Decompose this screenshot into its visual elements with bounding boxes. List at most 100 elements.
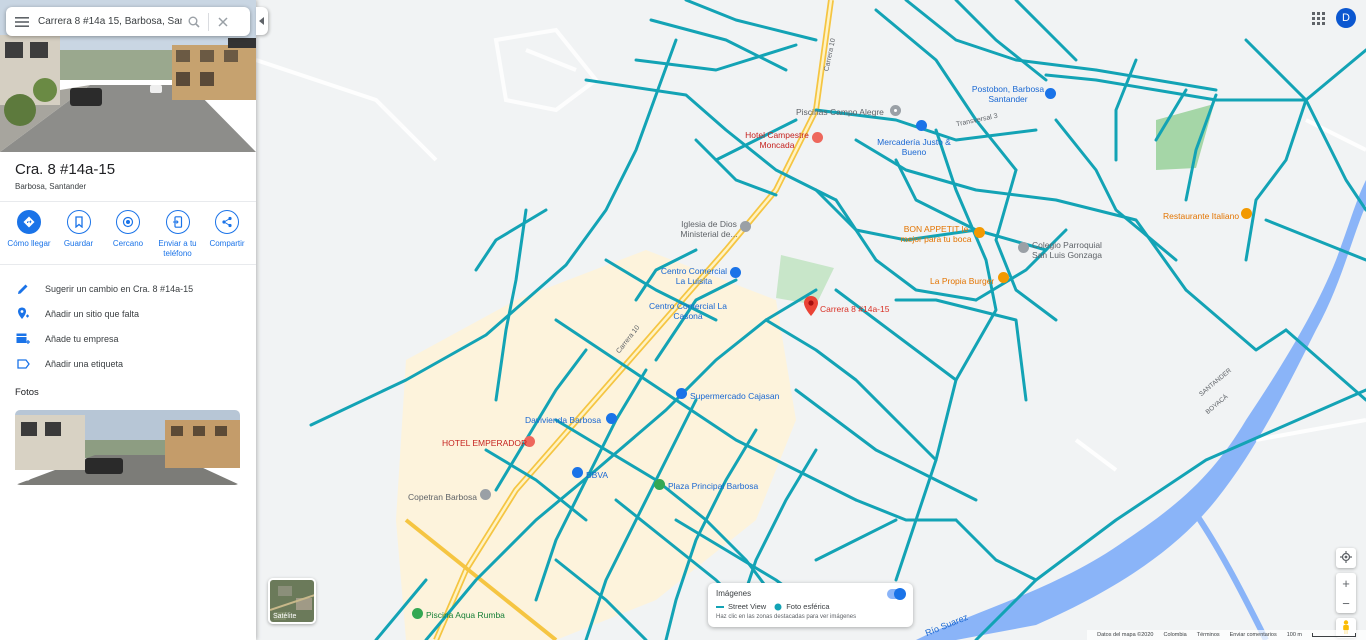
nearby-button[interactable]: Cercano xyxy=(105,210,151,259)
images-legend: Street View Foto esférica xyxy=(716,602,830,611)
photos-heading: Fotos xyxy=(15,387,39,398)
place-menu: Sugerir un cambio en Cra. 8 #14a-15 Añad… xyxy=(0,276,256,376)
hotel-icon[interactable] xyxy=(812,132,823,143)
apps-grid-icon[interactable] xyxy=(1310,10,1326,26)
map-label-davivienda[interactable]: Davivienda Barbosa xyxy=(525,415,601,425)
bus-station-icon[interactable] xyxy=(480,489,491,500)
map-label-piscina-aqua[interactable]: Piscina Aqua Rumba xyxy=(426,610,505,620)
images-card-title: Imágenes xyxy=(716,589,752,598)
map-label-supermercado[interactable]: Supermercado Cajasan xyxy=(690,391,779,401)
add-missing-place-item[interactable]: Añadir un sitio que falta xyxy=(0,301,256,326)
add-business-label: Añade tu empresa xyxy=(45,333,119,344)
river xyxy=(916,180,1366,640)
add-business-item[interactable]: Añade tu empresa xyxy=(0,326,256,351)
map-label-colegio[interactable]: Colegio Parroquial San Luis Gonzaga xyxy=(1032,240,1112,260)
side-panel: Cra. 8 #14a-15 Barbosa, Santander Cómo l… xyxy=(0,0,256,640)
map-label-hotel-emperador[interactable]: HOTEL EMPERADOR xyxy=(442,438,527,448)
menu-icon[interactable] xyxy=(6,7,38,36)
label-icon xyxy=(16,357,30,371)
street-view-photo[interactable] xyxy=(15,410,240,485)
place-pin-icon[interactable] xyxy=(890,105,901,116)
pool-icon[interactable] xyxy=(412,608,423,619)
map-label-bon-appetit[interactable]: BON APPETIT le mejor para tu boca xyxy=(896,224,976,244)
school-icon[interactable] xyxy=(1018,242,1029,253)
map-label-mercaderia[interactable]: Mercadería Justo & Bueno xyxy=(876,137,952,157)
map-roads xyxy=(256,0,1366,640)
scale-label[interactable]: 100 m xyxy=(1287,632,1302,638)
images-toggle[interactable] xyxy=(887,588,906,600)
street-view-legend-label: Street View xyxy=(728,602,767,611)
action-buttons: Cómo llegar Guardar Cercano Enviar a tu … xyxy=(6,210,250,259)
directions-icon xyxy=(17,210,41,234)
satellite-label: Satélite xyxy=(273,613,297,620)
map-label-cc-luisita[interactable]: Centro Comercial La Luisita xyxy=(656,266,732,286)
selected-location-pin-icon[interactable] xyxy=(804,296,818,319)
zoom-controls: + − xyxy=(1336,573,1356,613)
restaurant-icon[interactable] xyxy=(998,272,1009,283)
avatar[interactable]: D xyxy=(1336,8,1356,28)
park-icon[interactable] xyxy=(654,479,665,490)
country-link[interactable]: Colombia xyxy=(1163,632,1186,638)
feedback-link[interactable]: Enviar comentarios xyxy=(1230,632,1277,638)
divider xyxy=(0,201,256,202)
nearby-icon xyxy=(116,210,140,234)
bank-icon[interactable] xyxy=(606,413,617,424)
top-right-controls: D xyxy=(1310,8,1356,28)
add-missing-place-label: Añadir un sitio que falta xyxy=(45,308,140,319)
search-box[interactable] xyxy=(6,7,250,36)
save-button[interactable]: Guardar xyxy=(56,210,102,259)
search-separator xyxy=(208,12,209,31)
map-canvas[interactable]: Piscinas Campo Alegre Hotel Campestre Mo… xyxy=(256,0,1366,640)
add-label-label: Añadir una etiqueta xyxy=(45,358,124,369)
zoom-in-button[interactable]: + xyxy=(1336,573,1356,593)
map-data-credit: Datos del mapa ©2020 xyxy=(1097,632,1154,638)
divider xyxy=(0,264,256,265)
map-label-postobon[interactable]: Postobon, Barbosa Santander xyxy=(968,84,1048,104)
map-label-hotel-campestre[interactable]: Hotel Campestre Moncada xyxy=(742,130,812,150)
directions-button[interactable]: Cómo llegar xyxy=(6,210,52,259)
shopping-icon[interactable] xyxy=(676,388,687,399)
map-label-iglesia[interactable]: Iglesia de Dios Ministerial de... xyxy=(676,219,742,239)
map-label-restaurante[interactable]: Restaurante Italiano xyxy=(1163,211,1239,221)
place-title: Cra. 8 #14a-15 xyxy=(15,161,116,178)
send-to-phone-label: Enviar a tu teléfono xyxy=(158,239,197,258)
add-business-icon xyxy=(16,332,30,346)
suggest-edit-label: Sugerir un cambio en Cra. 8 #14a-15 xyxy=(45,283,194,294)
close-icon[interactable] xyxy=(211,7,235,36)
share-button[interactable]: Compartir xyxy=(204,210,250,259)
map-label-propia-burger[interactable]: La Propia Burger xyxy=(930,276,994,286)
satellite-layer-toggle[interactable]: Satélite xyxy=(268,578,316,624)
shopping-icon[interactable] xyxy=(916,120,927,131)
map-footer: Datos del mapa ©2020 Colombia Términos E… xyxy=(1087,630,1366,640)
pencil-icon xyxy=(16,282,30,296)
bookmark-icon xyxy=(66,210,91,234)
map-label-bbva[interactable]: BBVA xyxy=(586,470,608,480)
share-icon xyxy=(215,210,239,234)
collapse-panel-button[interactable] xyxy=(256,7,268,35)
place-subtitle: Barbosa, Santander xyxy=(15,182,87,191)
terms-link[interactable]: Términos xyxy=(1197,632,1220,638)
send-to-phone-button[interactable]: Enviar a tu teléfono xyxy=(155,210,201,259)
add-location-icon xyxy=(16,307,30,321)
scale-bar xyxy=(1312,633,1356,637)
suggest-edit-item[interactable]: Sugerir un cambio en Cra. 8 #14a-15 xyxy=(0,276,256,301)
map-label-selected-place[interactable]: Carrera 8 #14a-15 xyxy=(820,304,889,314)
restaurant-icon[interactable] xyxy=(1241,208,1252,219)
minus-icon: − xyxy=(1342,595,1350,611)
search-input[interactable] xyxy=(38,16,182,27)
map-label-piscinas[interactable]: Piscinas Campo Alegre xyxy=(796,107,884,117)
map-label-copetran[interactable]: Copetran Barbosa xyxy=(408,492,477,502)
spherical-photo-dot-icon xyxy=(774,603,782,610)
map-label-cc-casona[interactable]: Centro Comercial La Casona xyxy=(648,301,728,321)
add-label-item[interactable]: Añadir una etiqueta xyxy=(0,351,256,376)
my-location-button[interactable] xyxy=(1336,548,1356,568)
sports-field xyxy=(1156,104,1214,170)
map-label-plaza[interactable]: Plaza Principal Barbosa xyxy=(668,481,758,491)
zoom-out-button[interactable]: − xyxy=(1336,593,1356,613)
search-icon[interactable] xyxy=(182,7,206,36)
images-card-hint: Haz clic en las zonas destacadas para ve… xyxy=(716,614,857,620)
spherical-photo-legend-label: Foto esférica xyxy=(786,602,830,611)
directions-label: Cómo llegar xyxy=(7,239,51,248)
nearby-label: Cercano xyxy=(112,239,144,248)
bank-icon[interactable] xyxy=(572,467,583,478)
